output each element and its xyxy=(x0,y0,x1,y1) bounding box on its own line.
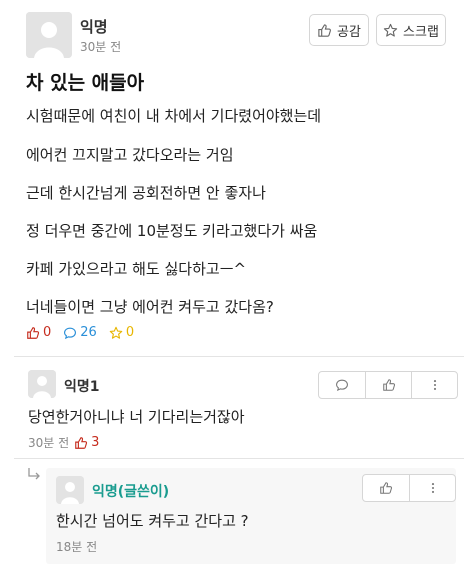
post-title: 차 있는 애들아 xyxy=(26,72,145,94)
star-icon xyxy=(383,23,398,37)
post-body-line: 너네들이면 그냥 에어컨 켜두고 갔다옴? xyxy=(26,298,274,316)
reply-avatar xyxy=(56,476,84,504)
reply-more-options-button[interactable] xyxy=(409,475,455,501)
post-avatar xyxy=(26,12,72,58)
reply-arrow-icon xyxy=(28,468,40,480)
thumbs-up-icon xyxy=(75,436,88,449)
scrap-button[interactable]: 스크랩 xyxy=(376,14,446,46)
user-silhouette-icon xyxy=(26,12,72,58)
post-stats: 0 26 0 xyxy=(26,325,146,340)
comment-avatar xyxy=(28,370,56,398)
comment-like-count: 3 xyxy=(74,435,99,450)
thumbs-up-icon xyxy=(380,482,393,494)
like-button[interactable]: 공감 xyxy=(309,14,369,46)
speech-bubble-icon xyxy=(336,379,348,392)
speech-bubble-icon xyxy=(64,327,77,339)
star-icon xyxy=(109,326,123,339)
like-count: 0 xyxy=(26,325,51,340)
thumbs-up-icon xyxy=(318,23,331,37)
post-author: 익명 xyxy=(80,18,108,36)
scrap-button-label: 스크랩 xyxy=(403,24,439,40)
comment-like-button[interactable] xyxy=(365,372,411,398)
reply-actions xyxy=(362,474,456,502)
reply-time: 18분 전 xyxy=(56,540,98,554)
post-body-line: 근데 한시간넘게 공회전하면 안 좋자나 xyxy=(26,184,266,202)
comment-actions xyxy=(318,371,458,399)
comment-author: 익명1 xyxy=(64,379,100,395)
scrap-count: 0 xyxy=(109,325,134,340)
post-body-line: 에어컨 끄지말고 갔다오라는 거임 xyxy=(26,146,234,164)
reply-like-button[interactable] xyxy=(363,475,409,501)
like-count-value: 0 xyxy=(43,325,52,340)
divider xyxy=(14,356,464,357)
user-silhouette-icon xyxy=(56,476,84,504)
reply-text: 한시간 넘어도 켜두고 간다고 ? xyxy=(56,512,249,530)
kebab-menu-icon xyxy=(431,483,434,493)
user-silhouette-icon xyxy=(28,370,56,398)
comment-like-count-value: 3 xyxy=(91,435,100,450)
reply-button[interactable] xyxy=(319,372,365,398)
post-body-line: 시험때문에 여친이 내 차에서 기다렸어야했는데 xyxy=(26,107,322,125)
post-time: 30분 전 xyxy=(80,40,122,54)
like-button-label: 공감 xyxy=(337,24,361,40)
more-options-button[interactable] xyxy=(411,372,457,398)
comment-time: 30분 전 xyxy=(28,436,70,450)
divider xyxy=(14,458,464,459)
reply-author: 익명(글쓴이) xyxy=(92,484,170,500)
comment-text: 당연한거아니냐 너 기다리는거잖아 xyxy=(28,408,245,426)
post-body-line: 카페 가있으라고 해도 싫다하고ㅡ^ xyxy=(26,260,247,278)
post-body-line: 정 더우면 중간에 10분정도 키라고했다가 싸움 xyxy=(26,222,318,240)
comment-meta: 30분 전 3 xyxy=(28,434,99,451)
thumbs-up-icon xyxy=(27,326,40,339)
comment-count: 26 xyxy=(63,325,97,340)
kebab-menu-icon xyxy=(433,380,436,390)
thumbs-up-icon xyxy=(382,379,395,391)
scrap-count-value: 0 xyxy=(125,325,135,340)
comment-count-value: 26 xyxy=(80,325,97,340)
